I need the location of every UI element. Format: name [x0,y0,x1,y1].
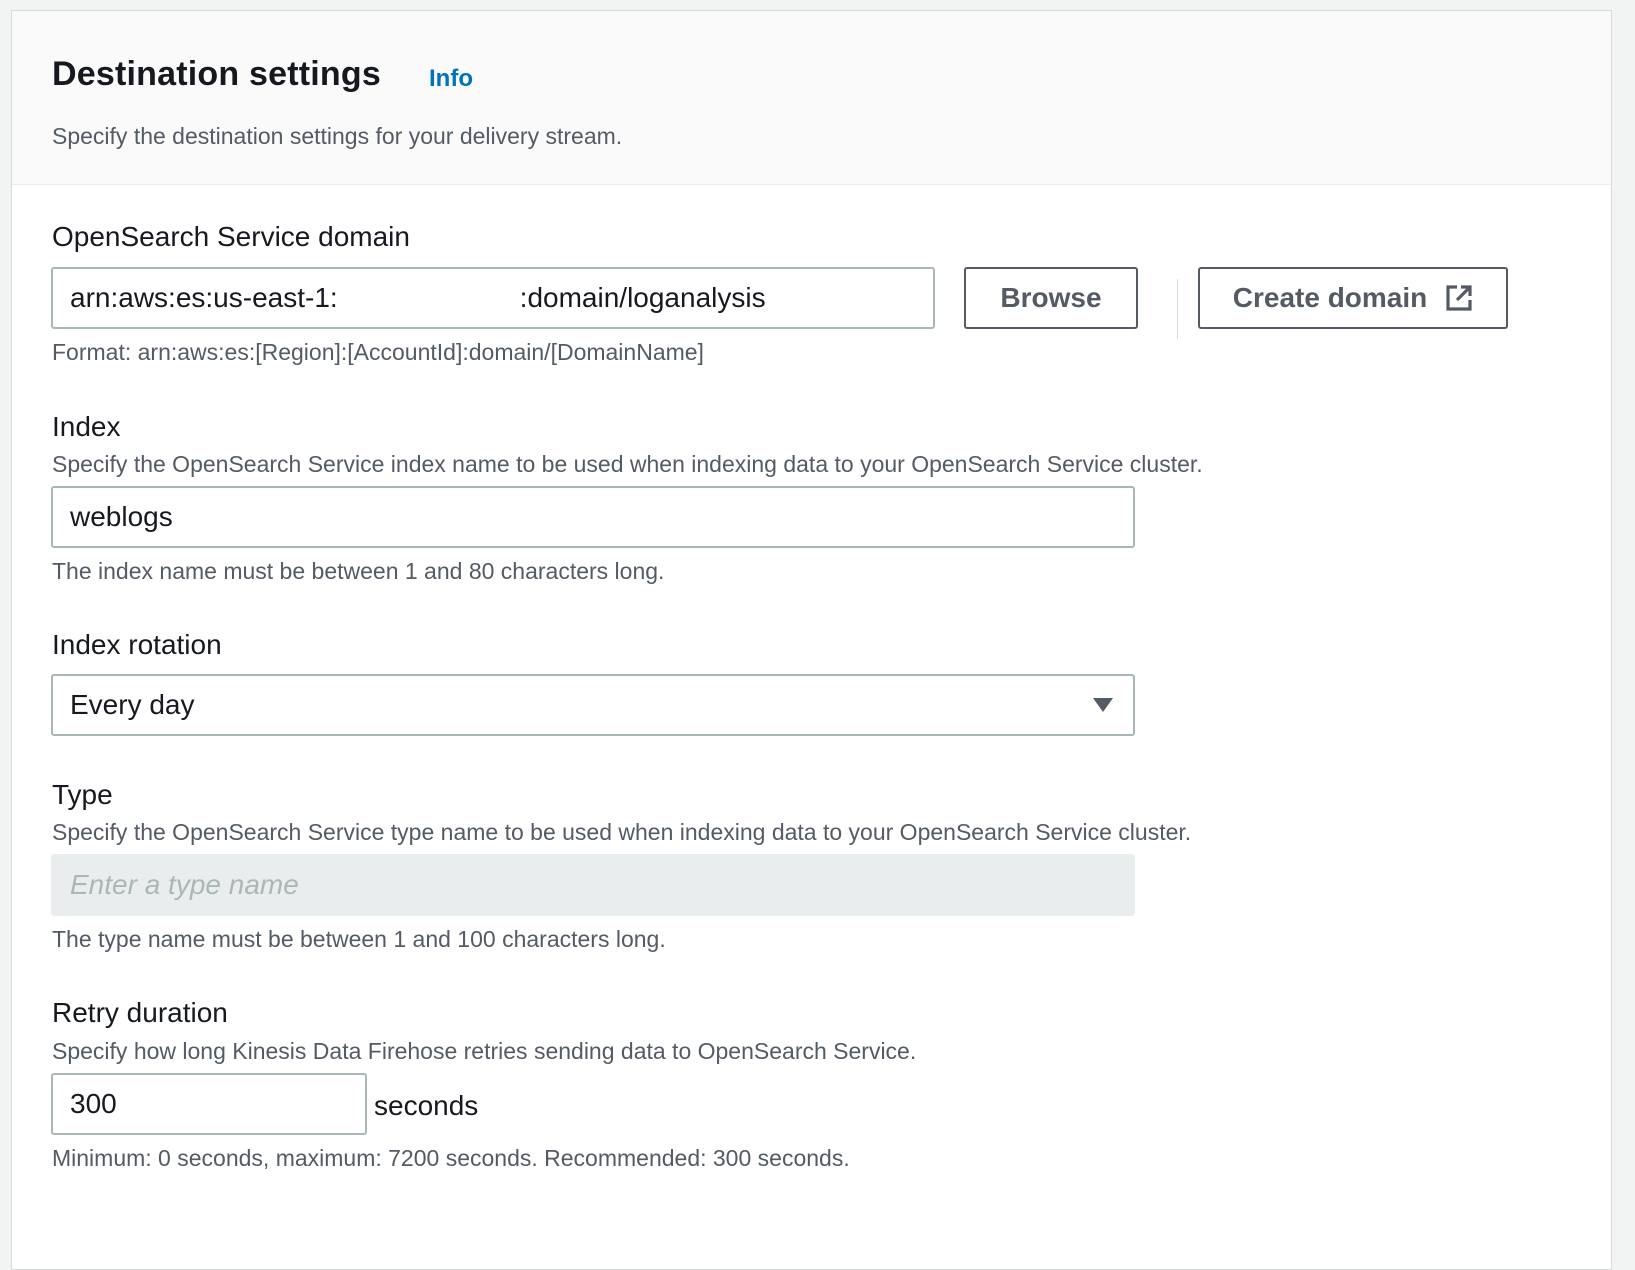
panel-description: Specify the destination settings for you… [52,123,623,149]
domain-format-hint: Format: arn:aws:es:[Region]:[AccountId]:… [52,339,704,365]
index-rotation-select[interactable]: Every day [51,674,1135,736]
browse-button[interactable]: Browse [964,267,1138,329]
index-input[interactable]: weblogs [51,486,1135,548]
index-label: Index [52,411,121,442]
caret-down-icon [1093,698,1113,712]
type-hint: The type name must be between 1 and 100 … [52,926,666,952]
index-hint: The index name must be between 1 and 80 … [52,558,665,584]
panel-header: Destination settings Info Specify the de… [12,11,1611,185]
index-rotation-label: Index rotation [52,629,222,660]
domain-arn-suffix: :domain/loganalysis [519,282,766,313]
type-label: Type [52,779,113,810]
retry-duration-hint: Minimum: 0 seconds, maximum: 7200 second… [52,1145,850,1171]
destination-settings-panel: Destination settings Info Specify the de… [11,10,1612,1270]
index-description: Specify the OpenSearch Service index nam… [52,451,1203,477]
create-domain-button[interactable]: Create domain [1198,267,1508,329]
button-divider [1177,279,1178,339]
retry-duration-label: Retry duration [52,997,228,1028]
type-description: Specify the OpenSearch Service type name… [52,819,1192,845]
domain-arn-input[interactable]: arn:aws:es:us-east-1: :domain/loganalysi… [51,267,935,329]
retry-duration-input[interactable]: 300 [51,1073,367,1135]
retry-duration-description: Specify how long Kinesis Data Firehose r… [52,1038,917,1064]
domain-arn-prefix: arn:aws:es:us-east-1: [70,282,338,313]
domain-label: OpenSearch Service domain [52,221,410,252]
info-link[interactable]: Info [429,65,473,93]
external-link-icon [1445,284,1473,312]
retry-duration-unit: seconds [374,1090,479,1121]
type-input: Enter a type name [51,854,1135,916]
panel-title: Destination settings [52,55,381,93]
index-rotation-value: Every day [70,689,195,720]
create-domain-label: Create domain [1232,282,1428,313]
